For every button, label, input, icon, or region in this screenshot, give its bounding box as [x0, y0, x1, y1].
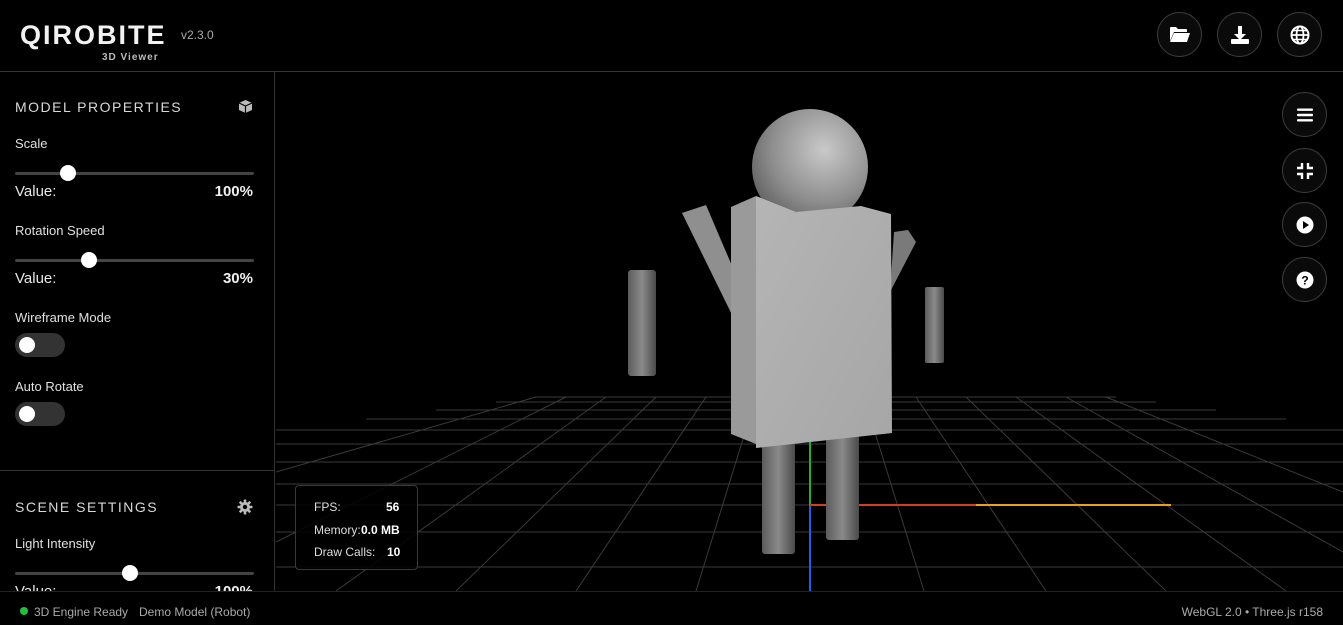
play-animation-button[interactable] [1282, 202, 1327, 247]
language-button[interactable] [1277, 12, 1322, 57]
section-divider [0, 470, 274, 471]
app-logo: QIROBITE [20, 20, 167, 50]
gear-icon [237, 499, 253, 515]
scale-label: Scale [15, 136, 48, 151]
rotation-speed-value: 30% [222, 270, 253, 287]
compress-icon [1296, 162, 1313, 179]
light-intensity-value-label: Value: [15, 583, 56, 591]
app-version: v2.3.0 [181, 28, 214, 42]
scale-slider[interactable] [15, 165, 254, 181]
light-intensity-slider[interactable] [15, 565, 254, 581]
status-bar: 3D Engine Ready Demo Model (Robot) WebGL… [0, 591, 1343, 625]
model-name: Demo Model (Robot) [139, 605, 251, 619]
model-properties-title: MODEL PROPERTIES [15, 99, 183, 115]
scale-slider-thumb[interactable] [59, 165, 76, 181]
menu-icon [1296, 108, 1313, 121]
fps-value: 56 [386, 500, 400, 514]
compress-view-button[interactable] [1282, 148, 1327, 193]
3d-viewport[interactable]: ? FPS: 56 Memory: 0.0 MB Draw Calls: 10 [276, 72, 1343, 591]
scale-value: 100% [214, 183, 253, 200]
fps-label: FPS: [314, 500, 341, 514]
toggle-knob [19, 406, 35, 422]
draw-calls-label: Draw Calls: [314, 545, 376, 559]
robot-right-limb [925, 287, 944, 363]
help-icon: ? [1296, 271, 1313, 288]
globe-icon [1290, 25, 1309, 44]
open-file-button[interactable] [1157, 12, 1202, 57]
toggle-knob [19, 337, 35, 353]
svg-text:?: ? [1301, 273, 1308, 287]
play-icon [1296, 216, 1313, 233]
robot-body [756, 196, 892, 448]
engine-status: 3D Engine Ready [34, 605, 129, 619]
scene-settings-title: SCENE SETTINGS [15, 499, 159, 515]
robot-left-limb [628, 270, 656, 376]
auto-rotate-toggle[interactable] [15, 402, 65, 426]
rotation-speed-slider[interactable] [15, 252, 254, 268]
status-indicator-dot [20, 607, 28, 615]
rotation-speed-slider-thumb[interactable] [81, 252, 98, 268]
app-logo-subtitle: 3D Viewer [102, 52, 159, 63]
3d-scene[interactable] [276, 72, 1343, 591]
scale-value-label: Value: [15, 183, 57, 200]
memory-label: Memory: [314, 523, 361, 537]
draw-calls-value: 10 [387, 545, 401, 559]
light-intensity-label: Light Intensity [15, 536, 96, 551]
performance-stats-panel: FPS: 56 Memory: 0.0 MB Draw Calls: 10 [295, 485, 418, 570]
menu-button[interactable] [1282, 92, 1327, 137]
renderer-info: WebGL 2.0 • Three.js r158 [1181, 605, 1323, 619]
robot-right-arm [890, 230, 916, 292]
memory-value: 0.0 MB [361, 523, 400, 537]
robot-body-side [731, 196, 756, 444]
rotation-speed-value-label: Value: [15, 270, 57, 287]
robot-left-leg [762, 440, 795, 554]
help-button[interactable]: ? [1282, 257, 1327, 302]
download-icon [1230, 25, 1249, 44]
robot-right-leg [826, 432, 859, 540]
properties-sidebar: MODEL PROPERTIES Scale Value: 100% Rotat… [0, 72, 275, 591]
light-intensity-value: 100% [215, 583, 253, 591]
download-button[interactable] [1217, 12, 1262, 57]
folder-open-icon [1169, 26, 1190, 42]
light-intensity-slider-thumb[interactable] [121, 565, 138, 581]
app-header: QIROBITE 3D Viewer v2.3.0 [0, 0, 1343, 72]
auto-rotate-label: Auto Rotate [15, 379, 84, 394]
wireframe-mode-label: Wireframe Mode [15, 310, 112, 325]
wireframe-mode-toggle[interactable] [15, 333, 65, 357]
rotation-speed-label: Rotation Speed [15, 223, 105, 238]
cube-icon [238, 100, 253, 113]
